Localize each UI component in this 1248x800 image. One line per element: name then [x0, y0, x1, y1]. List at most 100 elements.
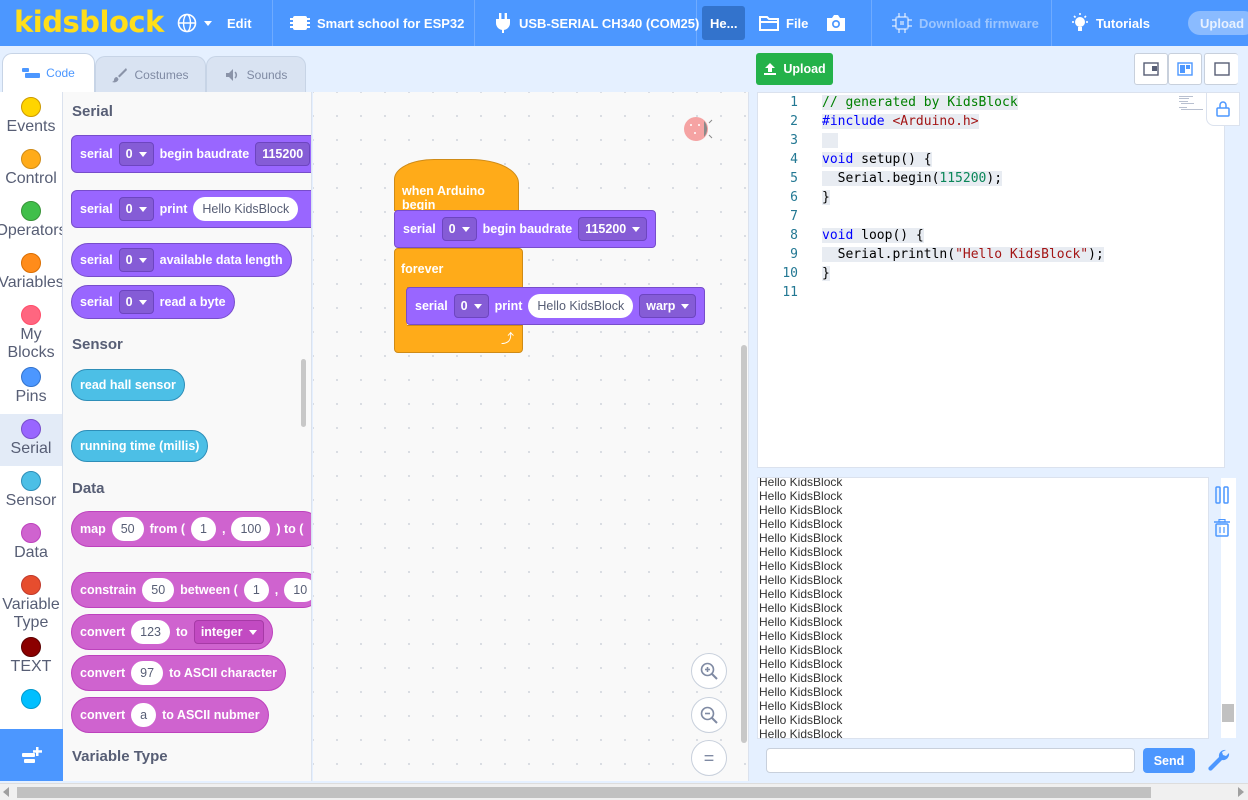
clear-output-button[interactable] — [1207, 513, 1237, 543]
code-workspace[interactable]: when Arduino begin serial 0 begin baudra… — [313, 92, 749, 781]
port-dropdown[interactable]: 0 — [118, 197, 154, 221]
file-menu[interactable]: File — [759, 0, 808, 46]
block-serial-begin[interactable]: serial 0 begin baudrate 115200 — [394, 210, 657, 248]
dropdown-value: 0 — [125, 253, 133, 267]
workspace-scrollbar[interactable] — [741, 345, 747, 743]
help-menu[interactable]: He... — [702, 6, 746, 40]
block-running-time[interactable]: running time (millis) — [71, 430, 209, 462]
layout-full-button[interactable] — [1204, 53, 1238, 85]
category-data[interactable]: Data — [0, 518, 62, 570]
category-sensor[interactable]: Sensor — [0, 466, 62, 518]
line-number: 8 — [790, 228, 798, 243]
tab-costumes[interactable]: Costumes — [95, 56, 206, 92]
line-number: 2 — [790, 114, 798, 129]
tutorials-button[interactable]: Tutorials — [1071, 0, 1150, 46]
type-dropdown[interactable]: integer — [193, 620, 264, 644]
speaker-icon — [225, 68, 237, 81]
serial-output-line: Hello KidsBlock — [759, 713, 843, 727]
category-pins[interactable]: Pins — [0, 362, 62, 414]
scroll-left-arrow-icon[interactable] — [3, 787, 9, 797]
scroll-right-arrow-icon[interactable] — [1238, 787, 1244, 797]
zoom-in-button[interactable] — [691, 653, 727, 689]
block-to-ascii-char[interactable]: convert 97 to ASCII character — [71, 655, 286, 691]
baud-dropdown[interactable]: 115200 — [578, 217, 648, 241]
page-horizontal-scrollbar[interactable] — [0, 783, 1248, 800]
upload-button[interactable]: Upload — [756, 53, 833, 85]
serial-scrollbar-thumb[interactable] — [1222, 704, 1234, 722]
block-convert[interactable]: convert 123 to integer — [71, 614, 273, 650]
baud-dropdown[interactable]: 115200 — [255, 142, 311, 166]
port-dropdown[interactable]: 0 — [118, 290, 154, 314]
category-text[interactable]: TEXT — [0, 632, 62, 684]
code-line-1: // generated by KidsBlock — [822, 95, 1018, 110]
category-events[interactable]: Events — [0, 92, 62, 144]
block-serial-print[interactable]: serial 0 print Hello KidsBlock warp — [406, 287, 706, 325]
add-extension-button[interactable] — [0, 729, 63, 781]
block-to-ascii-number[interactable]: convert a to ASCII nubmer — [71, 697, 269, 733]
block-serial-print[interactable]: serial 0 print Hello KidsBlock — [71, 190, 311, 228]
block-label: constrain — [80, 583, 137, 597]
block-constrain[interactable]: constrain 50 between ( 1 , 10 — [71, 572, 311, 608]
text-input[interactable]: a — [131, 703, 157, 727]
number-input[interactable]: 50 — [111, 517, 144, 541]
code-lock-button[interactable] — [1206, 92, 1240, 126]
port-dropdown[interactable]: 0 — [118, 248, 154, 272]
block-read-hall-sensor[interactable]: read hall sensor — [71, 369, 185, 401]
upload-mode-toggle[interactable]: Upload — [1188, 11, 1248, 35]
device-label: Smart school for ESP32 — [317, 15, 465, 31]
send-button[interactable]: Send — [1143, 748, 1195, 773]
layout-stage-right-button[interactable] — [1134, 53, 1168, 85]
kidsblock-logo: kidsblock — [14, 5, 164, 39]
layout-split-button[interactable] — [1168, 53, 1202, 85]
port-dropdown[interactable]: 0 — [441, 217, 477, 241]
port-dropdown[interactable]: 0 — [453, 294, 489, 318]
block-serial-read-byte[interactable]: serial 0 read a byte — [71, 285, 235, 319]
category-serial[interactable]: Serial — [0, 414, 62, 466]
serial-output-lines: Hello KidsBlock Hello KidsBlock Hello Kids… — [759, 478, 843, 738]
line-number: 10 — [782, 266, 798, 281]
number-input[interactable]: 10 — [284, 578, 311, 602]
pause-output-button[interactable] — [1207, 480, 1237, 510]
number-input[interactable]: 1 — [191, 517, 216, 541]
category-my-blocks[interactable]: My Blocks — [0, 300, 62, 362]
code-editor[interactable]: 1 2 3 4 5 6 7 8 9 10 11 // generated by … — [757, 92, 1225, 468]
wrench-icon[interactable] — [1206, 747, 1230, 773]
category-operators[interactable]: Operators — [0, 196, 62, 248]
number-input[interactable]: 123 — [131, 620, 171, 644]
block-when-arduino-begin[interactable]: when Arduino begin — [394, 159, 519, 212]
tab-code[interactable]: Code — [2, 53, 95, 92]
number-input[interactable]: 1 — [243, 578, 269, 602]
block-map[interactable]: map 50 from ( 1 , 100 ) to ( — [71, 511, 311, 547]
block-palette: Serial serial 0 begin baudrate 115200 se… — [63, 92, 312, 781]
text-input[interactable]: Hello KidsBlock — [528, 294, 634, 318]
category-more[interactable] — [0, 684, 62, 729]
device-menu[interactable]: Smart school for ESP32 — [290, 0, 464, 46]
number-input[interactable]: 97 — [131, 661, 164, 685]
category-dot — [21, 253, 41, 273]
screenshot-button[interactable] — [825, 0, 847, 46]
serial-port-menu[interactable]: USB-SERIAL CH340 (COM25) — [494, 0, 699, 46]
palette-scrollbar[interactable] — [301, 359, 306, 427]
code-line-9: Serial.println("Hello KidsBlock"); — [822, 247, 1104, 262]
text-input[interactable]: Hello KidsBlock — [193, 197, 299, 221]
block-serial-begin[interactable]: serial 0 begin baudrate 115200 — [71, 135, 311, 173]
category-variables[interactable]: Variables — [0, 248, 62, 300]
zoom-reset-button[interactable]: = — [691, 740, 727, 776]
tab-sounds[interactable]: Sounds — [206, 56, 306, 92]
block-serial-available[interactable]: serial 0 available data length — [71, 243, 292, 277]
block-label: begin baudrate — [159, 147, 250, 161]
zoom-out-button[interactable] — [691, 697, 727, 733]
number-input[interactable]: 100 — [231, 517, 271, 541]
serial-monitor-output[interactable]: Hello KidsBlock Hello KidsBlock Hello Kids… — [757, 477, 1209, 739]
variable-type-heading: Variable Type — [72, 748, 168, 765]
number-input[interactable]: 50 — [142, 578, 175, 602]
mode-dropdown[interactable]: warp — [639, 294, 697, 318]
download-firmware-button[interactable]: Download firmware — [892, 0, 1039, 46]
port-dropdown[interactable]: 0 — [118, 142, 154, 166]
horizontal-scroll-thumb[interactable] — [17, 787, 1151, 798]
serial-send-input[interactable] — [766, 748, 1135, 773]
language-menu[interactable] — [177, 0, 212, 46]
category-variable-type[interactable]: Variable Type — [0, 570, 62, 632]
category-control[interactable]: Control — [0, 144, 62, 196]
edit-menu[interactable]: Edit — [227, 0, 252, 46]
